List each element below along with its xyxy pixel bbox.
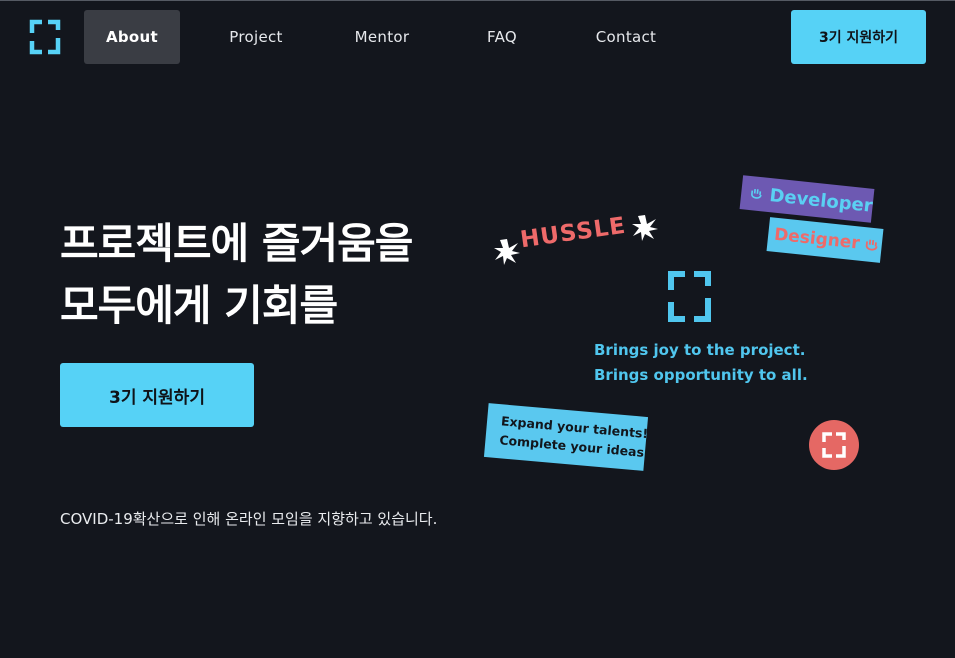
- bracket-logo-icon[interactable]: [29, 19, 61, 55]
- tagline-line1: Brings joy to the project.: [594, 341, 806, 359]
- designer-label: Designer: [773, 224, 861, 254]
- main-nav: About Project Mentor FAQ Contact: [84, 10, 680, 64]
- hero-apply-button[interactable]: 3기 지원하기: [60, 363, 254, 427]
- developer-label: Developer: [768, 184, 874, 217]
- page: About Project Mentor FAQ Contact 3기 지원하기…: [0, 0, 955, 658]
- hand-icon: [751, 188, 762, 199]
- tagline: Brings joy to the project. Brings opport…: [594, 338, 808, 388]
- hand-icon: [865, 239, 878, 251]
- bracket-logo-icon: [822, 432, 846, 458]
- tagline-line2: Brings opportunity to all.: [594, 366, 808, 384]
- designer-sticker: Designer: [766, 217, 884, 263]
- starburst-icon: [632, 215, 658, 241]
- bracket-logo-icon: [668, 271, 711, 322]
- header-apply-button[interactable]: 3기 지원하기: [791, 10, 926, 64]
- hero-title-line2: 모두에게 기회를: [60, 281, 338, 330]
- starburst-icon: [494, 239, 520, 265]
- hero-title: 프로젝트에 즐거움을 모두에게 기회를: [60, 213, 520, 337]
- nav-mentor[interactable]: Mentor: [332, 10, 432, 64]
- covid-notice: COVID-19확산으로 인해 온라인 모임을 지향하고 있습니다.: [60, 510, 438, 528]
- nav-faq[interactable]: FAQ: [432, 10, 572, 64]
- expand-sticker: Expand your talents! Complete your ideas…: [483, 403, 650, 471]
- nav-about[interactable]: About: [84, 10, 180, 64]
- hero-title-line1: 프로젝트에 즐거움을: [60, 219, 413, 268]
- nav-project[interactable]: Project: [180, 10, 332, 64]
- developer-sticker: Developer: [739, 175, 875, 223]
- hussle-sticker: HUSSLE: [518, 212, 628, 254]
- red-logo-badge: [809, 420, 859, 470]
- nav-contact[interactable]: Contact: [572, 10, 680, 64]
